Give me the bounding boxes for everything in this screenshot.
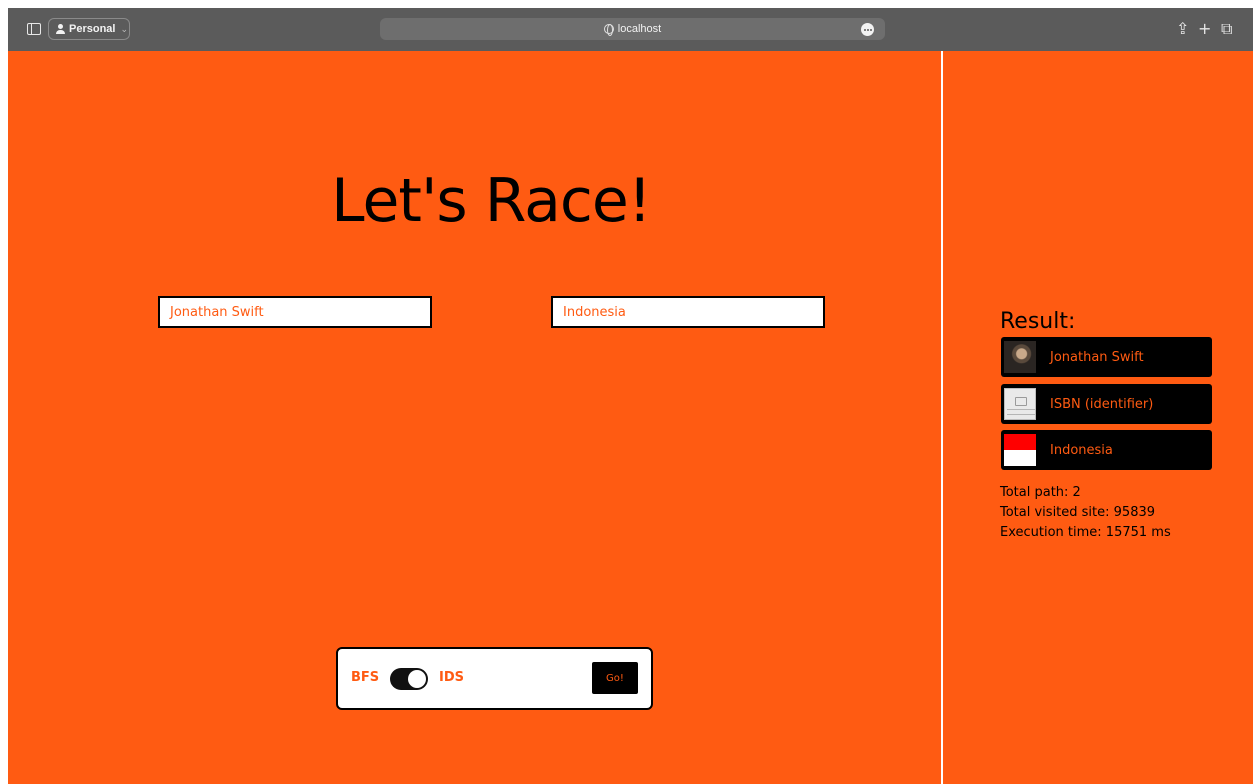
browser-toolbar: Personal ⌄ localhost ⇪ + ⧉ [8,8,1253,51]
result-item[interactable]: ISBN (identifier) [1001,384,1212,424]
profile-label: Personal [69,23,116,35]
result-item[interactable]: Indonesia [1001,430,1212,470]
execution-time: Execution time: 15751 ms [1000,525,1171,540]
ids-label: IDS [439,670,464,685]
person-icon [56,24,65,34]
toggle-knob [408,670,426,688]
profile-button[interactable]: Personal ⌄ [48,18,130,40]
total-path: Total path: 2 [1000,485,1081,500]
result-item-label: Jonathan Swift [1050,349,1144,365]
no-image-placeholder-icon [1004,388,1036,420]
portrait-thumbnail [1004,341,1036,373]
chevron-down-icon: ⌄ [120,23,129,34]
go-button[interactable]: Go! [592,662,638,694]
more-icon[interactable] [861,23,874,36]
globe-icon [603,24,614,36]
address-text: localhost [617,23,662,35]
algorithm-toggle[interactable] [390,668,428,690]
flag-thumbnail [1004,434,1036,466]
plus-icon[interactable]: + [1198,19,1211,38]
result-item[interactable]: Jonathan Swift [1001,337,1212,377]
result-heading: Result: [1000,309,1076,334]
tabs-icon[interactable]: ⧉ [1221,19,1232,39]
target-page-input[interactable]: Indonesia [551,296,825,328]
result-item-label: Indonesia [1050,442,1113,458]
start-page-input[interactable]: Jonathan Swift [158,296,432,328]
start-page-value: Jonathan Swift [170,304,264,320]
control-panel: BFS IDS Go! [336,647,653,710]
bfs-label: BFS [351,670,380,685]
total-visited-site: Total visited site: 95839 [1000,505,1156,520]
result-stats: Total path: 2 Total visited site: 95839 … [1000,483,1171,543]
share-icon[interactable]: ⇪ [1176,19,1189,38]
page-title: Let's Race! [331,166,652,236]
target-page-value: Indonesia [563,304,626,320]
address-bar[interactable]: localhost [380,18,885,40]
result-item-label: ISBN (identifier) [1050,396,1154,412]
sidebar-icon[interactable] [27,23,41,35]
browser-window: Personal ⌄ localhost ⇪ + ⧉ Let's Race! J… [8,8,1253,784]
panel-divider [941,51,943,784]
